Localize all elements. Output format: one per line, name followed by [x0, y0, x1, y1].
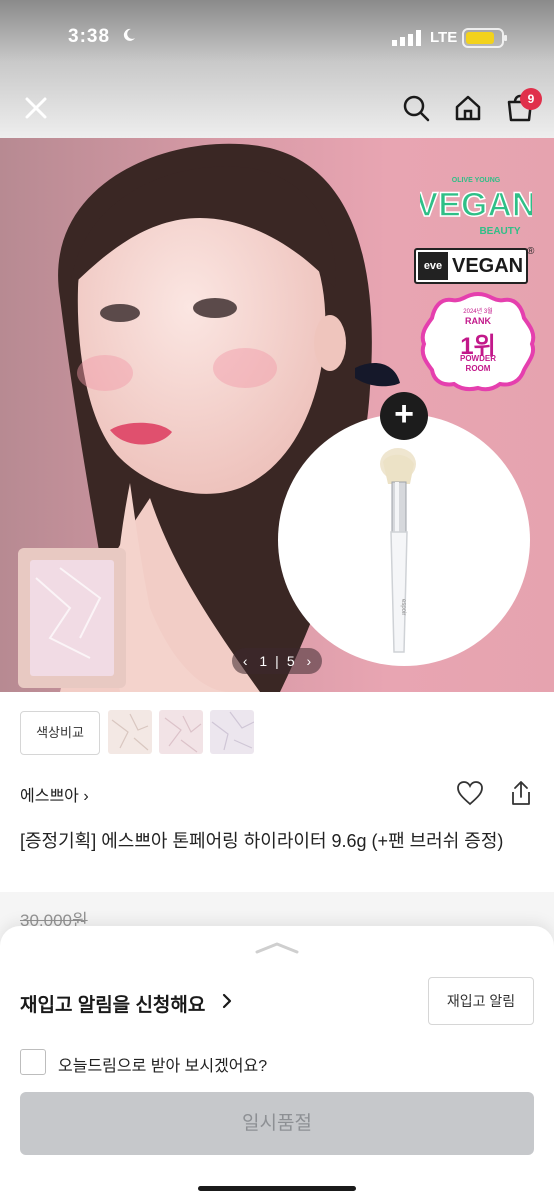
- color-swatch[interactable]: [210, 710, 254, 754]
- pager-separator: |: [275, 653, 279, 669]
- restock-alert-button[interactable]: 재입고 알림: [428, 977, 534, 1025]
- battery-icon: [462, 28, 507, 48]
- signal-icon: [392, 30, 421, 46]
- rank-label: RANK: [465, 316, 491, 326]
- chevron-up-icon[interactable]: [255, 940, 299, 956]
- color-swatch[interactable]: [159, 710, 203, 754]
- pager-current: 1: [259, 653, 268, 669]
- next-icon[interactable]: ›: [307, 653, 312, 669]
- vegan-bottom-text: BEAUTY: [479, 226, 520, 237]
- today-delivery-label[interactable]: 오늘드림으로 받아 보시겠어요?: [58, 1052, 267, 1076]
- prev-icon[interactable]: ‹: [243, 653, 248, 669]
- chevron-right-icon[interactable]: [218, 991, 236, 1011]
- rank-date: 2024년 3월: [463, 309, 493, 315]
- restock-title[interactable]: 재입고 알림을 신청해요: [20, 990, 205, 1017]
- fan-brush-image: espoir: [380, 448, 416, 653]
- gift-brush-circle: espoir: [278, 414, 530, 666]
- color-swatch[interactable]: [108, 710, 152, 754]
- rank-category-line2: ROOM: [465, 364, 491, 373]
- heart-icon[interactable]: [456, 780, 484, 806]
- share-icon[interactable]: [508, 779, 534, 807]
- product-title: [증정기획] 에스쁘아 톤페어링 하이라이터 9.6g (+팬 브러쉬 증정): [20, 831, 504, 851]
- home-indicator: [198, 1186, 356, 1191]
- network-type: LTE: [430, 29, 458, 46]
- plus-icon: +: [380, 392, 428, 440]
- cart-count-badge: 9: [520, 88, 542, 110]
- registered-mark: ®: [527, 246, 535, 257]
- status-time: 3:38: [68, 26, 111, 47]
- today-delivery-checkbox[interactable]: [20, 1049, 46, 1075]
- eve-logo: eve: [418, 252, 448, 280]
- home-icon[interactable]: [448, 88, 488, 128]
- pager-total: 5: [286, 653, 295, 669]
- vegan-main-text: VEGAN: [420, 186, 532, 224]
- brush-brand-text: espoir: [400, 599, 406, 615]
- color-compare-button[interactable]: 색상비교: [20, 711, 100, 755]
- eve-vegan-text: VEGAN: [452, 255, 524, 277]
- search-icon[interactable]: [396, 88, 436, 128]
- brand-link[interactable]: 에스쁘아 ›: [20, 782, 89, 806]
- vegan-top-text: OLIVE YOUNG: [452, 177, 501, 184]
- rank-category: POWDER ROOM: [440, 354, 516, 374]
- close-icon[interactable]: [16, 88, 56, 128]
- carousel-pager[interactable]: ‹ 1 | 5 ›: [232, 648, 322, 674]
- moon-icon: [123, 28, 135, 41]
- vegan-beauty-badge: OLIVE YOUNG VEGAN BEAUTY: [420, 177, 532, 237]
- rank-category-line1: POWDER: [460, 354, 496, 363]
- soldout-button: 일시품절: [20, 1092, 534, 1155]
